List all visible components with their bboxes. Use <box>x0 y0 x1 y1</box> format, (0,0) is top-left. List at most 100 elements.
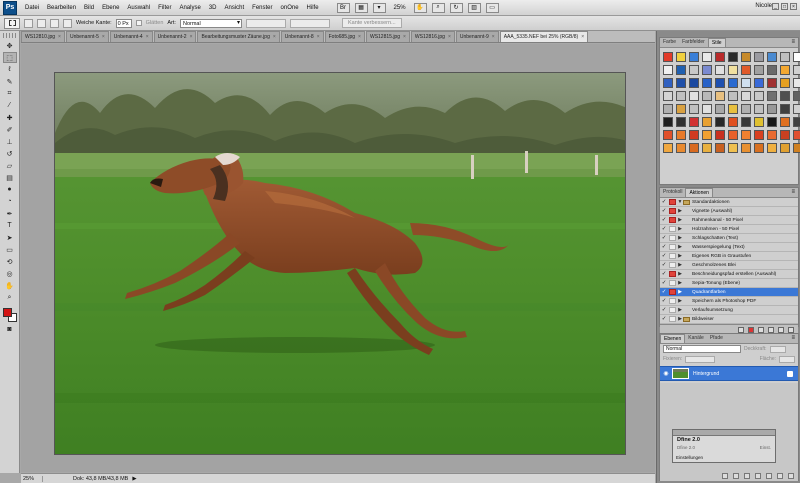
style-swatch[interactable] <box>689 91 699 101</box>
style-swatch[interactable] <box>741 117 751 127</box>
style-swatch[interactable] <box>741 65 751 75</box>
new-action-icon[interactable] <box>778 326 784 333</box>
clone-stamp-tool-icon[interactable]: ⊥ <box>3 136 17 147</box>
type-tool-icon[interactable]: T <box>3 220 17 231</box>
style-swatch[interactable] <box>754 117 764 127</box>
3d-camera-tool-icon[interactable]: ◎ <box>3 268 17 279</box>
check-icon[interactable]: ✓ <box>660 307 668 313</box>
style-swatch[interactable] <box>689 130 699 140</box>
tab-farbfelder[interactable]: Farbfelder <box>679 38 708 47</box>
menu-ebene[interactable]: Ebene <box>98 5 123 11</box>
crop-tool-icon[interactable]: ⌗ <box>3 88 17 99</box>
dialog-toggle-icon[interactable] <box>669 253 676 259</box>
dialog-toggle-icon[interactable] <box>669 271 676 277</box>
eraser-tool-icon[interactable]: ▱ <box>3 160 17 171</box>
doc-tab[interactable]: WS12810.jpg × <box>21 31 65 42</box>
dialog-toggle-icon[interactable] <box>669 298 676 304</box>
expand-icon[interactable]: ▶ <box>677 271 683 277</box>
layer-style-icon[interactable] <box>733 473 739 479</box>
close-icon[interactable]: × <box>790 3 797 10</box>
blend-mode-select[interactable]: Normal <box>663 345 741 353</box>
add-selection-icon[interactable] <box>37 18 46 28</box>
style-swatch[interactable] <box>702 143 712 153</box>
opacity-input[interactable] <box>769 345 786 353</box>
zoom-tool-icon[interactable]: ⌕ <box>3 292 17 303</box>
check-icon[interactable]: ✓ <box>660 199 668 205</box>
fill-input[interactable] <box>779 355 795 363</box>
dialog-toggle-icon[interactable] <box>669 262 676 268</box>
layer-row[interactable]: ◉ Hintergrund <box>660 366 798 381</box>
doc-tab[interactable]: Bearbeitungsmuster Zäune.jpg × <box>197 31 280 42</box>
check-icon[interactable]: ✓ <box>660 289 668 295</box>
close-tab-icon[interactable]: × <box>358 32 361 42</box>
eyedropper-tool-icon[interactable]: ⁄ <box>3 100 17 111</box>
style-swatch[interactable] <box>767 117 777 127</box>
new-group-icon[interactable] <box>766 473 772 479</box>
zoom-level[interactable]: 25% <box>394 5 406 11</box>
layer-mask-icon[interactable] <box>744 473 750 479</box>
dialog-toggle-icon[interactable] <box>669 244 676 250</box>
action-row[interactable]: ✓ ▶ Speichern als Photoshop PDF <box>660 297 798 306</box>
action-set-row[interactable]: ✓ ▼ Standardaktionen <box>660 198 798 207</box>
style-swatch[interactable] <box>689 78 699 88</box>
dialog-toggle-icon[interactable] <box>669 316 676 322</box>
menu-ansicht[interactable]: Ansicht <box>220 5 248 11</box>
dialog-toggle-icon[interactable] <box>669 235 676 241</box>
expand-icon[interactable]: ▶ <box>677 262 683 268</box>
screen-mode-icon[interactable]: ▭ <box>485 2 499 13</box>
panel-menu-icon[interactable]: ≡ <box>791 335 795 341</box>
style-swatch[interactable] <box>754 52 764 62</box>
style-swatch[interactable] <box>780 65 790 75</box>
style-swatch[interactable] <box>689 117 699 127</box>
dialog-toggle-icon[interactable] <box>669 307 676 313</box>
style-swatch[interactable] <box>754 65 764 75</box>
style-swatch[interactable] <box>793 91 800 101</box>
style-swatch[interactable] <box>663 143 673 153</box>
check-icon[interactable]: ✓ <box>660 316 668 322</box>
style-swatch[interactable] <box>767 52 777 62</box>
dialog-toggle-icon[interactable] <box>669 199 676 205</box>
style-swatch[interactable] <box>715 65 725 75</box>
panel-menu-icon[interactable]: ≡ <box>791 189 795 195</box>
stop-icon[interactable] <box>738 326 744 333</box>
style-swatch[interactable] <box>780 130 790 140</box>
style-swatch[interactable] <box>702 52 712 62</box>
close-tab-icon[interactable]: × <box>190 32 193 42</box>
quick-mask-icon[interactable]: ◙ <box>3 324 17 335</box>
dialog-toggle-icon[interactable] <box>669 217 676 223</box>
style-swatch[interactable] <box>793 143 800 153</box>
workspace-user[interactable]: Nicole <box>755 3 772 9</box>
intersect-selection-icon[interactable] <box>63 18 72 28</box>
style-swatch[interactable] <box>767 130 777 140</box>
link-layers-icon[interactable] <box>722 473 728 479</box>
dodge-tool-icon[interactable]: ◔ <box>3 196 17 207</box>
eye-icon[interactable]: ◉ <box>660 370 672 377</box>
close-tab-icon[interactable]: × <box>317 32 320 42</box>
play-icon[interactable] <box>758 326 764 333</box>
action-row[interactable]: ✓ ▶ Wasserspiegelung (Text) <box>660 243 798 252</box>
record-icon[interactable] <box>748 326 754 333</box>
doc-tab[interactable]: Foto685.jpg × <box>324 31 365 42</box>
style-swatch[interactable] <box>780 117 790 127</box>
action-row[interactable]: ✓ ▶ Holzrahmen - 50 Pixel <box>660 225 798 234</box>
menu-onone[interactable]: onOne <box>277 5 303 11</box>
refine-edge-button[interactable]: Kante verbessern... <box>341 18 402 28</box>
menu-filter[interactable]: Filter <box>154 5 175 11</box>
style-swatch[interactable] <box>689 143 699 153</box>
style-swatch[interactable] <box>754 143 764 153</box>
style-swatch[interactable] <box>676 117 686 127</box>
style-swatch[interactable] <box>676 65 686 75</box>
style-swatch[interactable] <box>676 78 686 88</box>
color-swatches[interactable] <box>2 307 18 323</box>
style-swatch[interactable] <box>728 52 738 62</box>
check-icon[interactable]: ✓ <box>660 226 668 232</box>
style-swatch[interactable] <box>689 52 699 62</box>
style-swatch[interactable] <box>676 143 686 153</box>
tab-pfade[interactable]: Pfade <box>707 334 726 343</box>
gradient-tool-icon[interactable]: ▤ <box>3 172 17 183</box>
style-swatch[interactable] <box>702 65 712 75</box>
action-row[interactable]: ✓ ▶ Geschmolzenes Blei <box>660 261 798 270</box>
mini-bridge-icon[interactable]: ▦ <box>354 2 368 13</box>
check-icon[interactable]: ✓ <box>660 217 668 223</box>
style-swatch[interactable] <box>728 65 738 75</box>
